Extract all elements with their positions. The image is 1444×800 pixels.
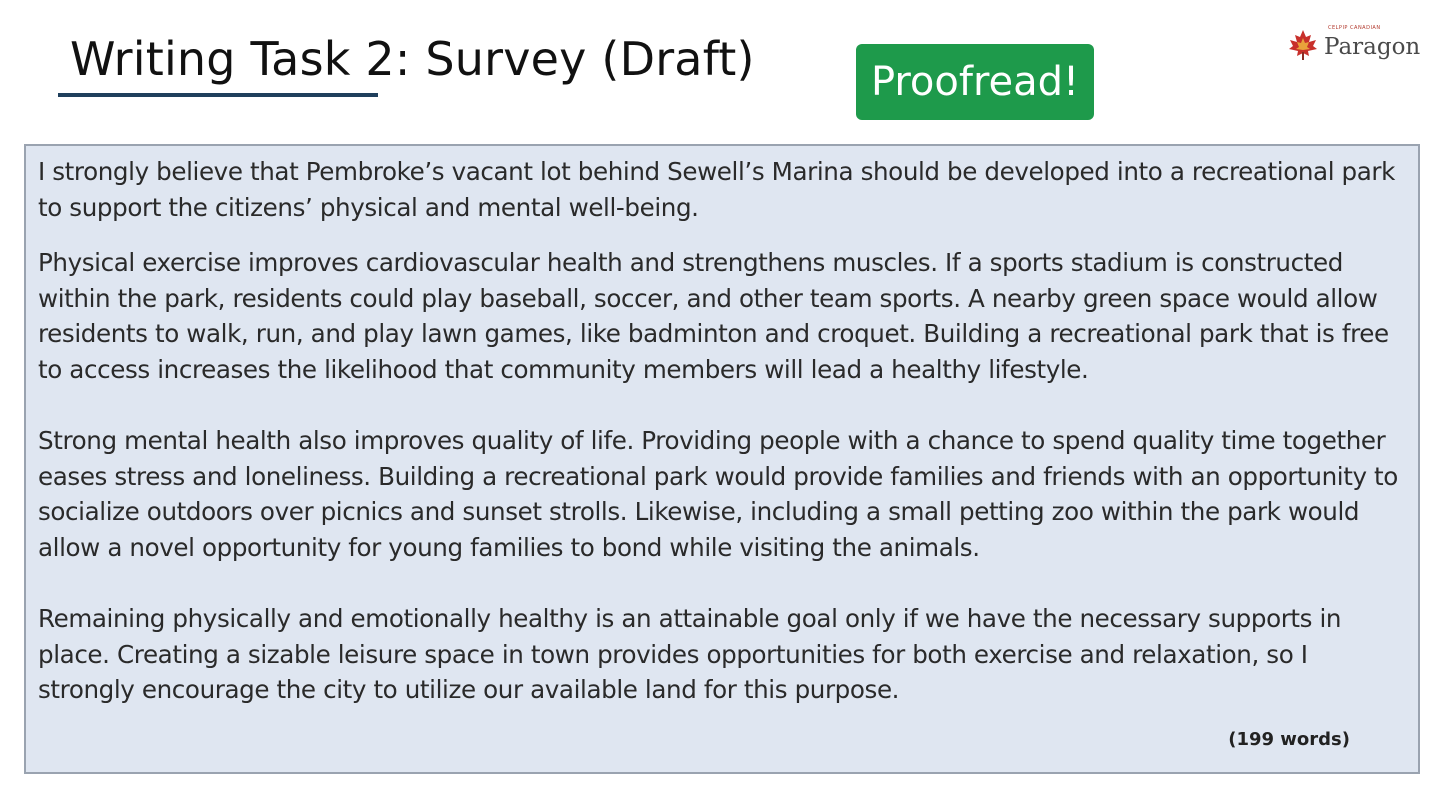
essay-paragraph: Remaining physically and emotionally hea… bbox=[38, 604, 1342, 704]
title-underline bbox=[58, 93, 378, 97]
brand-logo: Paragon bbox=[1286, 28, 1420, 66]
word-count: (199 words) bbox=[1228, 729, 1350, 750]
essay-panel: I strongly believe that Pembroke’s vacan… bbox=[24, 144, 1420, 774]
proofread-button[interactable]: Proofread! bbox=[856, 44, 1094, 120]
maple-leaf-icon bbox=[1286, 28, 1320, 66]
essay-paragraph: I strongly believe that Pembroke’s vacan… bbox=[38, 157, 1395, 222]
page-title: Writing Task 2: Survey (Draft) bbox=[70, 32, 755, 86]
brand-name: Paragon bbox=[1324, 34, 1421, 60]
essay-paragraph: Physical exercise improves cardiovascula… bbox=[38, 248, 1389, 384]
essay-paragraph: Strong mental health also improves quali… bbox=[38, 426, 1398, 562]
